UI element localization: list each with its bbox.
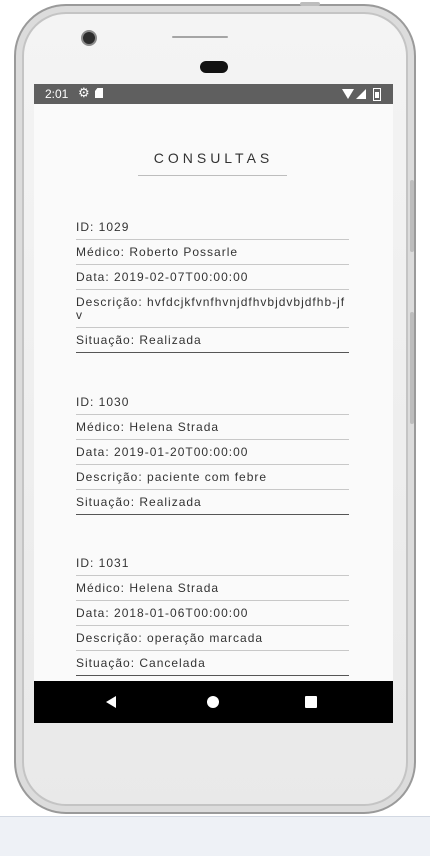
record-descricao: Descrição: operação marcada (76, 626, 349, 651)
wifi-icon (342, 89, 354, 99)
home-icon[interactable] (207, 696, 219, 708)
record-data: Data: 2019-01-20T00:00:00 (76, 440, 349, 465)
earpiece-line (172, 36, 228, 38)
title-divider (138, 175, 287, 176)
speaker-grille (200, 61, 228, 73)
app-screen: 2:01 ⚙ CONSULTAS ID: 1029 Médico: Robert… (34, 84, 393, 723)
status-time: 2:01 (45, 87, 69, 101)
record-situacao: Situação: Cancelada (76, 651, 349, 676)
volume-button[interactable] (410, 312, 414, 424)
page-bottom-bar (0, 816, 430, 856)
record-descricao: Descrição: paciente com febre (76, 465, 349, 490)
record-situacao: Situação: Realizada (76, 328, 349, 353)
recents-icon[interactable] (305, 696, 317, 708)
record-data: Data: 2019-02-07T00:00:00 (76, 265, 349, 290)
sd-card-icon (95, 88, 103, 98)
page-title: CONSULTAS (153, 150, 274, 166)
signal-icon (356, 89, 366, 99)
navigation-bar (34, 681, 393, 723)
record-medico: Médico: Roberto Possarle (76, 240, 349, 265)
record-id: ID: 1029 (76, 221, 349, 240)
gear-icon: ⚙ (78, 85, 90, 100)
record-medico: Médico: Helena Strada (76, 415, 349, 440)
record-1031: ID: 1031 Médico: Helena Strada Data: 201… (76, 557, 349, 676)
record-id: ID: 1030 (76, 396, 349, 415)
record-data: Data: 2018-01-06T00:00:00 (76, 601, 349, 626)
back-icon[interactable] (106, 696, 116, 708)
record-1029: ID: 1029 Médico: Roberto Possarle Data: … (76, 221, 349, 353)
record-id: ID: 1031 (76, 557, 349, 576)
power-button[interactable] (410, 180, 414, 252)
record-medico: Médico: Helena Strada (76, 576, 349, 601)
status-bar: 2:01 ⚙ (34, 84, 393, 104)
record-situacao: Situação: Realizada (76, 490, 349, 515)
record-1030: ID: 1030 Médico: Helena Strada Data: 201… (76, 396, 349, 515)
front-camera-icon (81, 30, 97, 46)
top-button (300, 2, 320, 6)
battery-icon (373, 88, 381, 101)
record-descricao: Descrição: hvfdcjkfvnfhvnjdfhvbjdvbjdfhb… (76, 290, 349, 328)
